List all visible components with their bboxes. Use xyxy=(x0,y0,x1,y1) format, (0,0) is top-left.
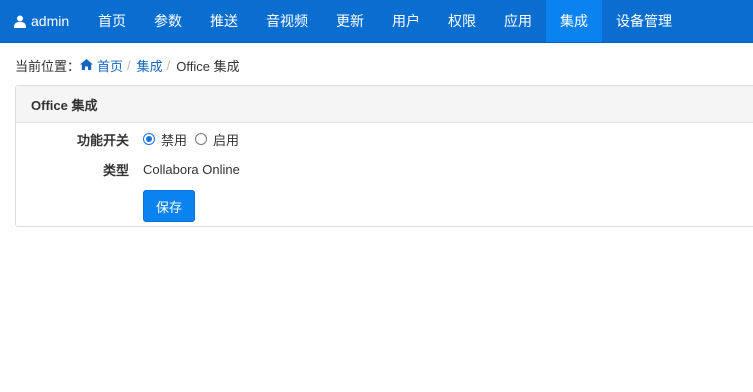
radio-disabled[interactable] xyxy=(143,133,155,145)
switch-label: 功能开关 xyxy=(76,132,129,148)
nav-item-users[interactable]: 用户 xyxy=(378,0,434,42)
type-label: 类型 xyxy=(102,162,129,178)
save-button[interactable]: 保存 xyxy=(143,190,195,222)
switch-row: 功能开关 禁用 启用 xyxy=(16,124,753,154)
nav-item-integration[interactable]: 集成 xyxy=(546,0,602,42)
top-navbar: admin 首页 参数 推送 音视频 更新 用户 权限 应用 集成 设备管理 xyxy=(0,0,753,43)
user-menu[interactable]: admin xyxy=(0,0,84,42)
breadcrumb-separator: / xyxy=(166,57,171,73)
switch-option-enabled[interactable]: 启用 xyxy=(195,130,239,149)
switch-option-disabled[interactable]: 禁用 xyxy=(143,130,187,149)
nav-item-update[interactable]: 更新 xyxy=(322,0,378,42)
nav-item-params[interactable]: 参数 xyxy=(140,0,196,42)
office-integration-panel: Office 集成 功能开关 禁用 启用 类型 Collabora Online… xyxy=(15,85,753,227)
breadcrumb-home-label: 首页 xyxy=(97,58,124,74)
nav-item-devices[interactable]: 设备管理 xyxy=(602,0,686,42)
nav-item-push[interactable]: 推送 xyxy=(196,0,252,42)
user-icon xyxy=(14,15,26,28)
breadcrumb-prefix: 当前位置： xyxy=(15,58,81,74)
type-row: 类型 Collabora Online xyxy=(16,154,753,184)
breadcrumb-home-link[interactable]: 首页 xyxy=(80,56,123,75)
panel-title: Office 集成 xyxy=(16,86,753,123)
home-icon xyxy=(80,58,94,73)
breadcrumb-section-link[interactable]: 集成 xyxy=(137,56,163,75)
breadcrumb: 当前位置： 首页 / 集成 / Office 集成 xyxy=(0,43,753,87)
nav-item-permissions[interactable]: 权限 xyxy=(434,0,490,42)
nav-item-apps[interactable]: 应用 xyxy=(490,0,546,42)
user-name: admin xyxy=(31,13,70,29)
nav-item-home[interactable]: 首页 xyxy=(84,0,140,42)
breadcrumb-current: Office 集成 xyxy=(176,58,240,74)
radio-enabled[interactable] xyxy=(195,133,208,145)
breadcrumb-separator: / xyxy=(127,57,131,73)
nav-item-av[interactable]: 音视频 xyxy=(252,0,322,42)
type-value: Collabora Online xyxy=(143,161,240,177)
radio-disabled-label: 禁用 xyxy=(161,132,188,148)
radio-enabled-label: 启用 xyxy=(213,132,240,148)
